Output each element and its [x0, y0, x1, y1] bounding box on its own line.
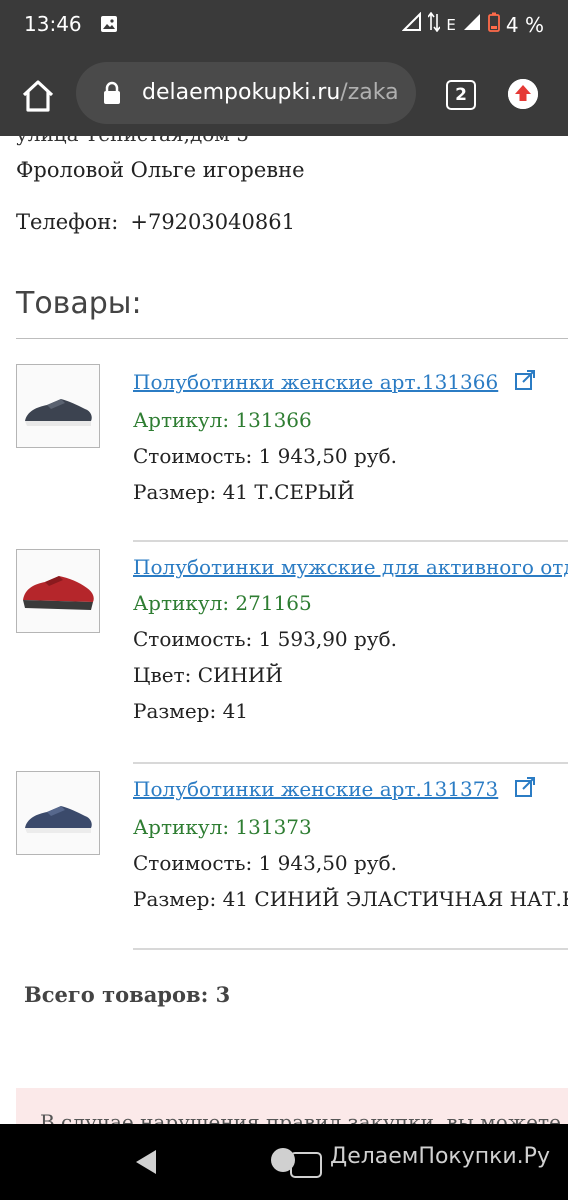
- product-price: Стоимость: 1 593,90 руб.: [133, 627, 397, 651]
- phone-row: Телефон: +79203040861: [16, 210, 295, 234]
- product-size: Размер: 41 Т.СЕРЫЙ: [133, 479, 355, 504]
- product-price: Стоимость: 1 943,50 руб.: [133, 443, 397, 468]
- update-arrow-icon[interactable]: [508, 79, 538, 109]
- home-icon[interactable]: [20, 78, 56, 114]
- product-sku: Артикул: 271165: [133, 591, 312, 615]
- product-sku: Артикул: 131373: [133, 814, 312, 839]
- notice-text: В случае нарушения правил закупки, вы мо…: [40, 1110, 561, 1124]
- status-time: 13:46: [24, 12, 82, 36]
- product-info: Полуботинки мужские для активного отдыха…: [133, 549, 568, 729]
- watermark-text: ДелаемПокупки.Ру: [330, 1144, 550, 1169]
- back-triangle-icon[interactable]: [134, 1149, 158, 1179]
- url-path: /zaka: [340, 80, 399, 105]
- item-divider: [133, 540, 568, 542]
- tab-switcher-button[interactable]: 2: [446, 80, 476, 110]
- product-link[interactable]: Полуботинки женские арт.131373: [133, 777, 498, 801]
- lock-icon: [102, 81, 122, 111]
- divider: [16, 338, 568, 339]
- product-info: Полуботинки женские арт.131373 Артикул: …: [133, 771, 568, 917]
- product-thumbnail[interactable]: [16, 549, 100, 633]
- address-bar[interactable]: delaempokupki.ru/zaka: [76, 62, 416, 124]
- url-text: delaempokupki.ru/zaka: [142, 80, 399, 105]
- product-color: Цвет: СИНИЙ: [133, 663, 283, 687]
- product-info: Полуботинки женские арт.131366 Артикул: …: [133, 364, 568, 510]
- watermark-logo-icon: [290, 1152, 322, 1178]
- product-price: Стоимость: 1 943,50 руб.: [133, 850, 397, 875]
- phone-value: +79203040861: [130, 210, 295, 234]
- signal-icon-2: [462, 12, 482, 37]
- status-indicators: E 4 %: [402, 11, 544, 37]
- product-link[interactable]: Полуботинки женские арт.131366: [133, 370, 498, 394]
- external-link-icon[interactable]: [514, 773, 536, 809]
- item-divider: [133, 762, 568, 764]
- product-size: Размер: 41 СИНИЙ ЭЛАСТИЧНАЯ НАТ.КОЖА: [133, 886, 568, 911]
- url-domain: delaempokupki.ru: [142, 80, 341, 105]
- data-transfer-icon: [427, 11, 442, 37]
- product-sku: Артикул: 131366: [133, 407, 312, 432]
- delivery-address: улица Тенистая,дом 5: [16, 136, 249, 146]
- signal-icon: [402, 11, 422, 37]
- network-type-label: E: [446, 15, 456, 34]
- battery-low-icon: [488, 12, 500, 37]
- product-link[interactable]: Полуботинки мужские для активного отдыха: [133, 555, 568, 579]
- blue-shoe-image: [17, 772, 99, 854]
- page-content: улица Тенистая,дом 5 Фроловой Ольге игор…: [0, 136, 568, 1124]
- red-sneaker-image: [17, 550, 99, 632]
- battery-percent: 4 %: [505, 12, 544, 37]
- item-divider: [133, 948, 568, 950]
- browser-toolbar: delaempokupki.ru/zaka 2: [0, 50, 568, 136]
- recipient-name: Фроловой Ольге игоревне: [16, 158, 305, 182]
- status-bar: 13:46 E 4 %: [0, 0, 568, 50]
- system-nav-bar: ДелаемПокупки.Ру: [0, 1124, 568, 1200]
- items-total: Всего товаров: 3: [24, 982, 231, 1007]
- product-thumbnail[interactable]: [16, 771, 100, 855]
- grey-shoe-image: [17, 365, 99, 447]
- product-thumbnail[interactable]: [16, 364, 100, 448]
- product-size: Размер: 41: [133, 699, 249, 723]
- phone-label: Телефон:: [16, 210, 119, 234]
- notice-box: В случае нарушения правил закупки, вы мо…: [16, 1088, 568, 1124]
- image-notification-icon: [100, 14, 118, 38]
- external-link-icon[interactable]: [514, 366, 536, 402]
- products-heading: Товары:: [16, 286, 142, 321]
